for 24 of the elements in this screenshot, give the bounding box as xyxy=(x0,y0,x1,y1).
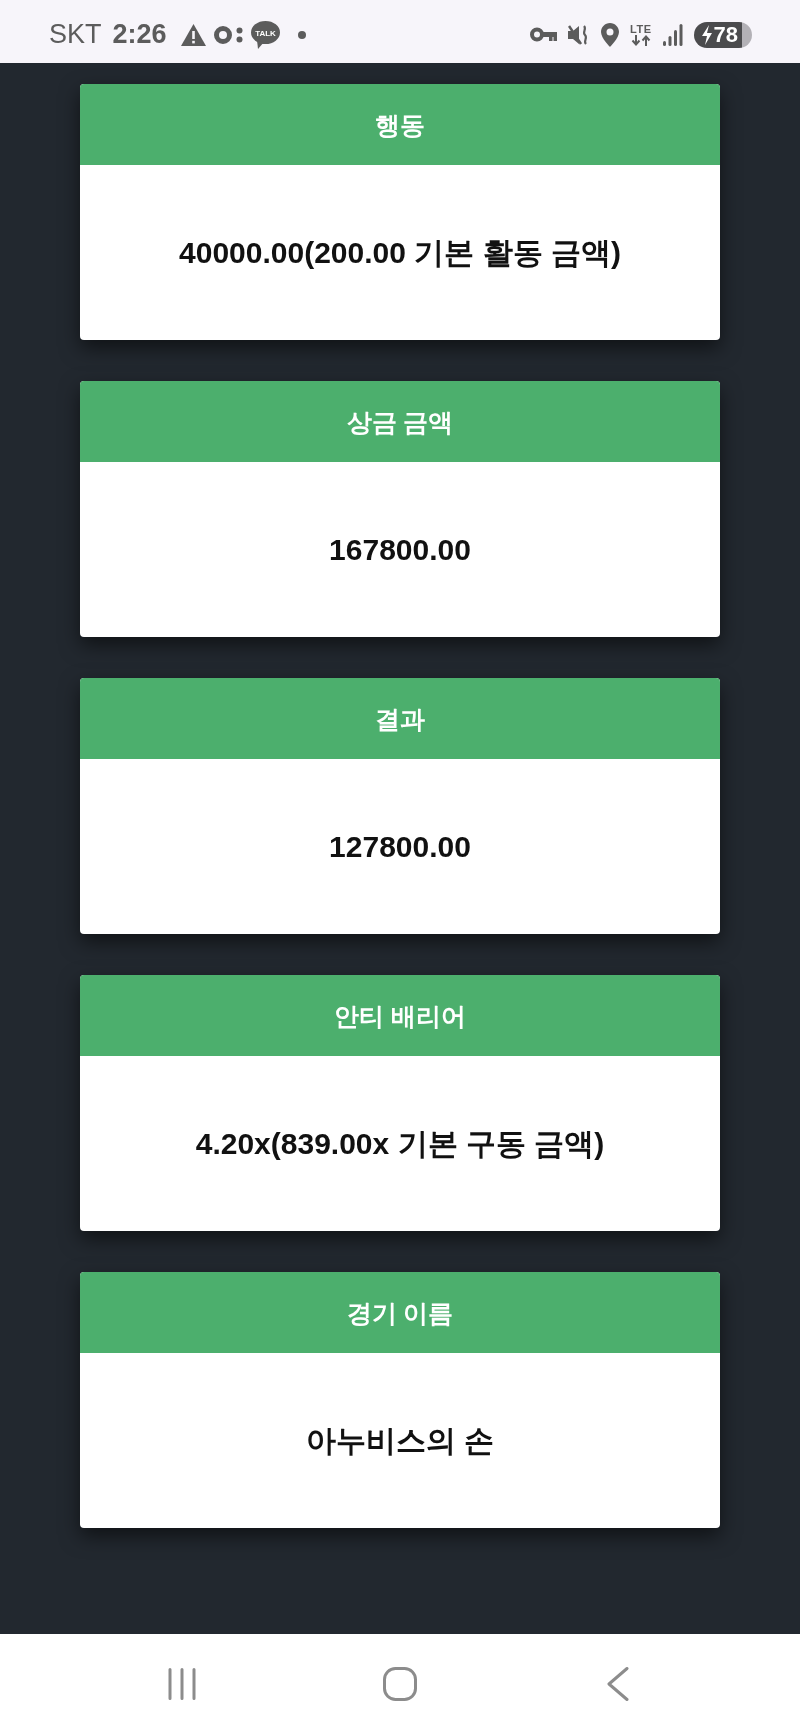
back-icon[interactable] xyxy=(607,1667,629,1701)
location-pin-icon xyxy=(601,22,620,47)
notification-dot-icon xyxy=(297,30,306,39)
card-title: 경기 이름 xyxy=(346,1297,454,1328)
carrier-name: SKT xyxy=(49,21,102,48)
card-value: 167800.00 xyxy=(329,531,471,568)
network-type-label: LTE xyxy=(630,23,652,35)
battery-percent: 78 xyxy=(713,23,738,46)
card-value: 4.20x(839.00x 기본 구동 금액) xyxy=(195,1125,605,1162)
ring-dots-icon xyxy=(213,25,243,44)
key-icon xyxy=(530,27,558,42)
card-value: 아누비스의 손 xyxy=(305,1422,495,1459)
signal-icon xyxy=(662,23,683,46)
data-arrows-icon xyxy=(630,34,651,46)
card-title: 상금 금액 xyxy=(346,406,454,437)
clock-time: 2:26 xyxy=(112,21,167,48)
warning-icon xyxy=(180,23,206,46)
card-title: 행동 xyxy=(375,109,425,140)
card-title: 안티 배리어 xyxy=(334,1000,466,1031)
recent-apps-icon[interactable] xyxy=(168,1668,196,1700)
card-value: 40000.00(200.00 기본 활동 금액) xyxy=(179,234,621,271)
card-title: 결과 xyxy=(375,703,425,734)
card-value: 127800.00 xyxy=(329,828,471,865)
home-icon[interactable] xyxy=(383,1667,417,1701)
